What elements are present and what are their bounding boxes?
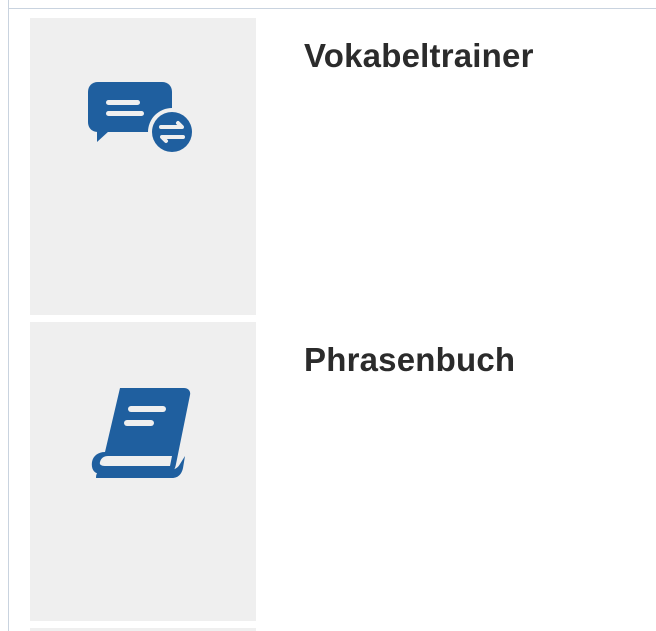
vocabulary-trainer-icon xyxy=(88,82,200,182)
left-border xyxy=(8,0,9,631)
phrasebook-icon xyxy=(88,386,200,490)
tile-vokabeltrainer xyxy=(30,18,256,315)
card-title[interactable]: Phrasenbuch xyxy=(304,340,515,380)
top-gap xyxy=(30,9,256,17)
page: Vokabeltrainer Phrasenbuch xyxy=(0,0,656,631)
card-title[interactable]: Vokabeltrainer xyxy=(304,36,534,76)
card-phrasenbuch[interactable]: Phrasenbuch xyxy=(30,322,656,621)
card-vokabeltrainer[interactable]: Vokabeltrainer xyxy=(30,18,656,315)
tile-phrasenbuch xyxy=(30,322,256,621)
